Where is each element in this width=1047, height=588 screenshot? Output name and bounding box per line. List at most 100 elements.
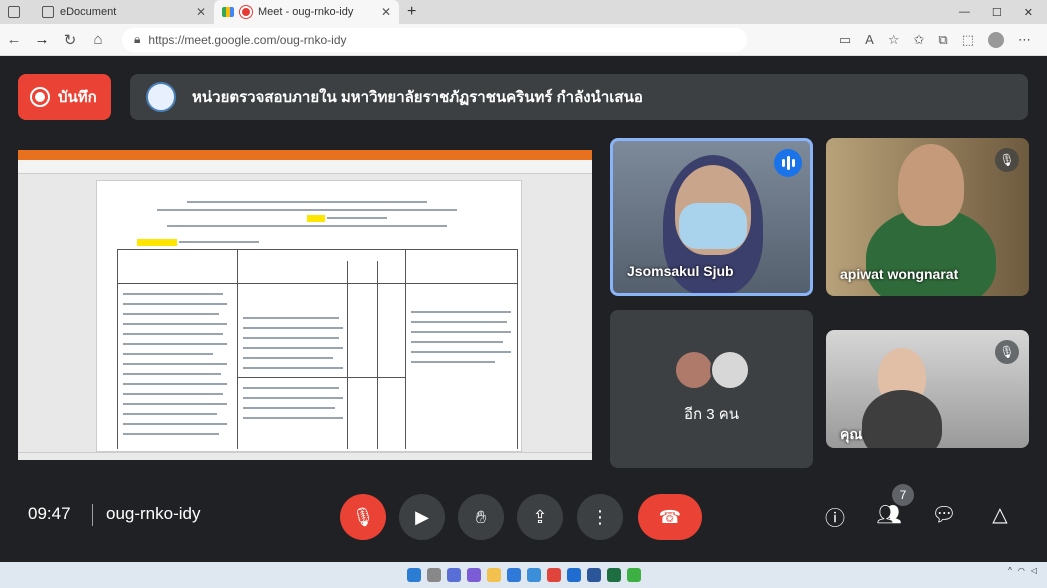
more-menu-icon[interactable]: ⋯: [1018, 32, 1031, 48]
camera-permission-icon[interactable]: ▭: [839, 32, 851, 48]
favorite-add-icon[interactable]: ☆: [888, 32, 900, 48]
raise-hand-button[interactable]: ✋︎: [458, 494, 504, 540]
browser-toolbar: ▭ A ☆ ✩ ⧉ ⬚ ⋯: [839, 31, 1047, 48]
shared-window-statusbar: [18, 452, 592, 460]
other-participant-avatar: [709, 350, 750, 390]
search-icon[interactable]: [426, 568, 441, 582]
tab-actions-button[interactable]: [0, 0, 34, 24]
meeting-code: oug-rnko-idy: [106, 504, 201, 523]
meet-stage: บันทึก หน่วยตรวจสอบภายใน มหาวิทยาลัยราชภ…: [0, 56, 1047, 562]
close-tab-icon[interactable]: ✕: [381, 5, 391, 19]
mic-off-icon: 🎙︎: [995, 340, 1019, 364]
more-options-button[interactable]: ⋮: [577, 494, 623, 540]
people-icon: 👥︎: [876, 504, 902, 526]
participant-video: [862, 390, 942, 448]
page-icon: [42, 6, 54, 18]
chat-icon: 💬︎: [931, 504, 957, 526]
line-icon[interactable]: [626, 568, 641, 582]
system-tray: ^ ◠ ◁: [1008, 566, 1037, 575]
record-label: บันทึก: [58, 89, 97, 106]
divider: [92, 504, 93, 526]
presenter-text: หน่วยตรวจสอบภายใน มหาวิทยาลัยราชภัฏราชนค…: [192, 89, 643, 106]
edge-icon[interactable]: [506, 568, 521, 582]
others-count-label: อีก 3 คน: [683, 406, 740, 423]
hand-icon: ✋︎: [475, 506, 487, 527]
presenter-banner: หน่วยตรวจสอบภายใน มหาวิทยาลัยราชภัฏราชนค…: [130, 74, 1028, 120]
address-bar: ← → ↻ ⌂ 🔒︎ https://meet.google.com/oug-r…: [0, 24, 1047, 56]
close-tab-icon[interactable]: ✕: [196, 5, 206, 19]
present-screen-icon: ⇪: [532, 506, 548, 527]
activities-button[interactable]: △: [985, 502, 1015, 527]
start-icon[interactable]: [406, 568, 421, 582]
minimize-icon[interactable]: —: [959, 6, 970, 19]
store-icon[interactable]: [526, 568, 541, 582]
info-icon: ⓘ: [825, 508, 845, 530]
home-icon[interactable]: ⌂: [84, 31, 112, 48]
chat-button[interactable]: 💬︎: [929, 502, 959, 527]
tab-title: eDocument: [60, 6, 117, 18]
shared-window-ribbon: [18, 160, 592, 174]
os-taskbar: ^ ◠ ◁: [0, 562, 1047, 588]
participant-count-badge: 7: [892, 484, 914, 506]
university-logo: [146, 82, 176, 112]
meeting-details-button[interactable]: ⓘ: [820, 502, 850, 531]
tab-edocument[interactable]: eDocument ✕: [34, 0, 214, 24]
meeting-controls: 09:47 oug-rnko-idy 🎙︎ ▶ ✋︎ ⇪ ⋮ ☎︎ ⓘ 👥︎ 7…: [0, 484, 1047, 550]
forward-icon[interactable]: →: [28, 31, 56, 48]
participant-tile-apiwat[interactable]: 🎙︎ apiwat wongnarat: [826, 138, 1029, 296]
profile-avatar[interactable]: [988, 31, 1004, 48]
others-group: อีก 3 คน: [610, 350, 813, 426]
word-icon[interactable]: [586, 568, 601, 582]
excel-icon[interactable]: [606, 568, 621, 582]
present-now-button[interactable]: ⇪: [517, 494, 563, 540]
end-call-icon: ☎︎: [658, 506, 682, 527]
microphone-toggle-button[interactable]: 🎙︎: [340, 494, 386, 540]
recording-button[interactable]: บันทึก: [18, 74, 111, 120]
face-mask: [679, 203, 747, 249]
volume-icon[interactable]: ◁: [1031, 566, 1037, 575]
participant-tile-self[interactable]: 🎙︎ คุณ: [826, 330, 1029, 448]
favorites-icon[interactable]: ✩: [914, 32, 925, 48]
extensions-icon[interactable]: ⬚: [962, 32, 974, 48]
speaking-indicator-icon: [774, 149, 802, 177]
back-icon[interactable]: ←: [0, 31, 28, 48]
document-page: [96, 180, 522, 452]
tray-chevron-icon[interactable]: ^: [1008, 566, 1012, 575]
read-aloud-icon[interactable]: A: [865, 32, 874, 47]
new-tab-button[interactable]: +: [399, 0, 424, 24]
participant-name: apiwat wongnarat: [840, 266, 959, 282]
browser-tab-strip: eDocument ✕ Meet - oug-rnko-idy ✕ + — ☐ …: [0, 0, 1047, 24]
tab-actions-icon: [8, 6, 20, 18]
people-button[interactable]: 👥︎: [874, 502, 904, 527]
others-tile[interactable]: อีก 3 คน: [610, 310, 813, 468]
refresh-icon[interactable]: ↻: [56, 31, 84, 49]
camera-toggle-button[interactable]: ▶: [399, 494, 445, 540]
url-field[interactable]: 🔒︎ https://meet.google.com/oug-rnko-idy: [122, 27, 747, 52]
task-view-icon[interactable]: [446, 568, 461, 582]
close-window-icon[interactable]: ✕: [1024, 6, 1033, 19]
shared-window-titlebar: [18, 150, 592, 160]
file-explorer-icon[interactable]: [486, 568, 501, 582]
mic-off-icon: 🎙︎: [995, 148, 1019, 172]
meet-logo-icon: [222, 7, 234, 17]
recording-icon: [240, 6, 252, 18]
tab-title: Meet - oug-rnko-idy: [258, 6, 354, 18]
url-text: https://meet.google.com/oug-rnko-idy: [148, 32, 347, 47]
tab-meet[interactable]: Meet - oug-rnko-idy ✕: [214, 0, 399, 24]
participant-name: คุณ: [840, 426, 863, 442]
record-icon: [30, 87, 50, 107]
edge-dev-icon[interactable]: [566, 568, 581, 582]
maximize-icon[interactable]: ☐: [992, 6, 1002, 19]
activities-icon: △: [992, 504, 1008, 526]
leave-call-button[interactable]: ☎︎: [638, 494, 702, 540]
mic-off-icon: 🎙︎: [351, 506, 375, 527]
participant-tile-jsomsakul[interactable]: Jsomsakul Sjub: [610, 138, 813, 296]
shared-screen[interactable]: [18, 150, 592, 460]
wifi-icon[interactable]: ◠: [1018, 566, 1025, 575]
video-camera-icon: ▶: [415, 506, 429, 527]
teams-chat-icon[interactable]: [466, 568, 481, 582]
clock: 09:47: [28, 504, 71, 523]
collections-icon[interactable]: ⧉: [938, 32, 947, 48]
chrome-icon[interactable]: [546, 568, 561, 582]
other-participant-avatar: [673, 350, 714, 390]
